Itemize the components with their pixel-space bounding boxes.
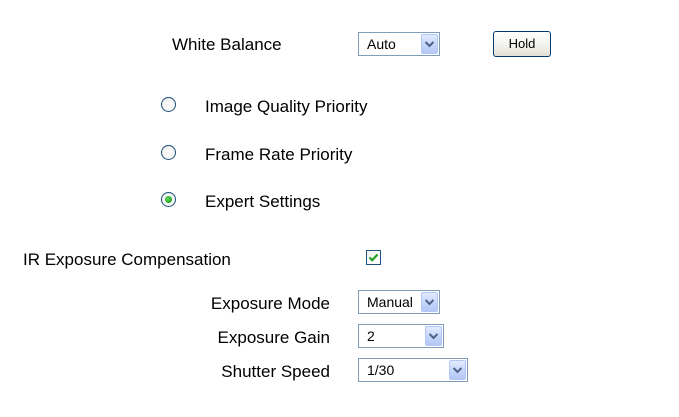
shutter-speed-select[interactable]: 1/30 [358, 358, 468, 382]
ir-exposure-compensation-label: IR Exposure Compensation [23, 250, 231, 269]
white-balance-value: Auto [367, 36, 396, 52]
white-balance-label: White Balance [172, 35, 282, 54]
ir-exposure-compensation-checkbox[interactable] [366, 250, 381, 265]
radio-dot-icon [165, 196, 172, 203]
exposure-gain-select[interactable]: 2 [358, 324, 444, 348]
exposure-gain-value: 2 [367, 328, 375, 344]
radio-image-quality-priority-label: Image Quality Priority [205, 97, 368, 116]
chevron-down-icon[interactable] [421, 34, 438, 54]
radio-expert-settings-label: Expert Settings [205, 192, 321, 211]
exposure-mode-label: Exposure Mode [210, 294, 330, 313]
white-balance-select[interactable]: Auto [358, 32, 440, 56]
shutter-speed-value: 1/30 [367, 362, 395, 378]
exposure-mode-select[interactable]: Manual [358, 290, 440, 314]
radio-frame-rate-priority-label: Frame Rate Priority [205, 145, 353, 164]
shutter-speed-label: Shutter Speed [221, 362, 330, 381]
radio-frame-rate-priority[interactable] [161, 145, 176, 160]
exposure-mode-value: Manual [367, 294, 413, 310]
radio-expert-settings[interactable] [161, 192, 176, 207]
radio-image-quality-priority[interactable] [161, 97, 176, 112]
chevron-down-icon[interactable] [421, 292, 438, 312]
camera-settings-panel: White Balance Auto Hold Image Quality Pr… [0, 0, 679, 417]
exposure-gain-label: Exposure Gain [217, 328, 330, 347]
hold-button[interactable]: Hold [493, 31, 551, 57]
chevron-down-icon[interactable] [449, 360, 466, 380]
checkmark-icon [368, 253, 379, 262]
chevron-down-icon[interactable] [425, 326, 442, 346]
